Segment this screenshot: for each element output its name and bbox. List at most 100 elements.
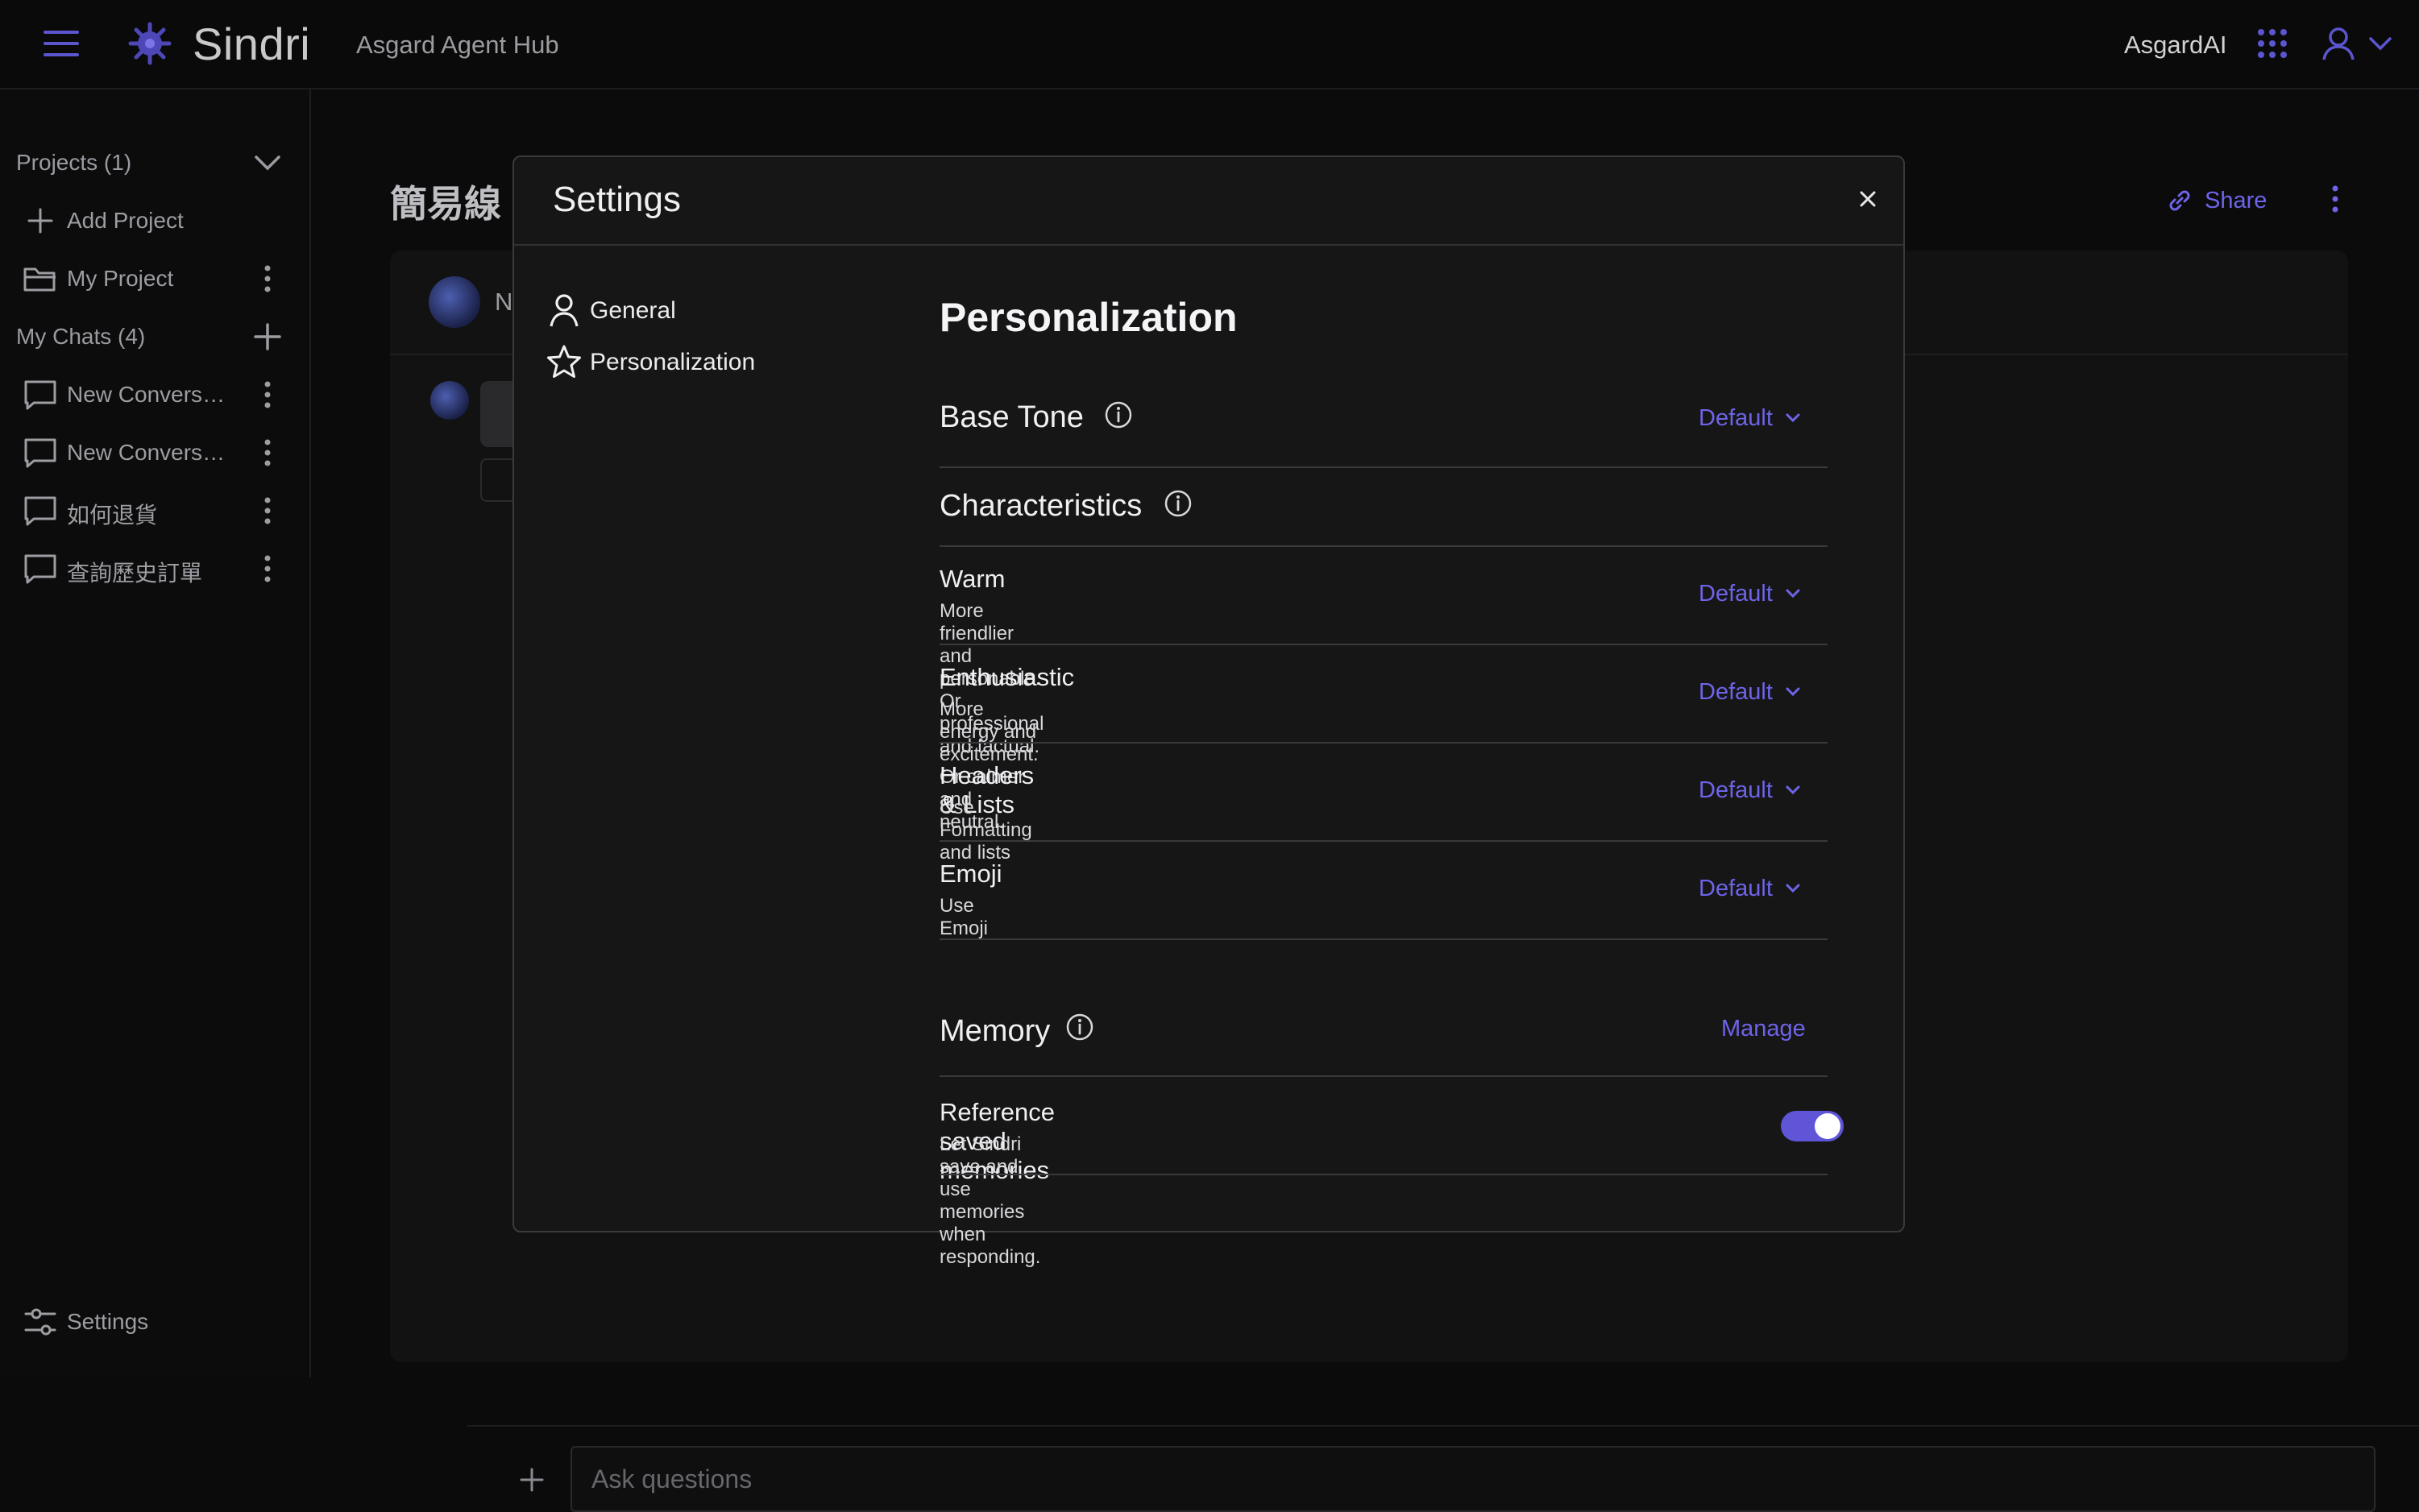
more-vertical-icon[interactable]	[256, 263, 279, 295]
share-label: Share	[2205, 187, 2268, 213]
chevron-down-icon[interactable]	[2367, 34, 2393, 53]
add-project-label: Add Project	[67, 208, 184, 233]
characteristics-header: Characteristics	[940, 468, 1828, 547]
more-vertical-icon[interactable]	[2324, 183, 2346, 215]
tab-general[interactable]: General	[546, 288, 820, 333]
enthusiastic-title: Enthusiastic	[940, 663, 1075, 691]
app-subtitle: Asgard Agent Hub	[356, 31, 559, 59]
headers-lists-row: Headers & Lists Use Formatting and lists…	[940, 744, 1828, 864]
brand-name: Sindri	[193, 19, 311, 69]
chat-title: 簡易線	[390, 183, 501, 225]
plus-icon	[23, 205, 58, 237]
chat-bubble-icon	[23, 553, 58, 585]
share-button[interactable]: Share	[2166, 183, 2267, 218]
chats-header: My Chats (4)	[0, 313, 311, 361]
chats-heading: My Chats (4)	[16, 324, 146, 349]
chat-label: 查詢歷史訂單	[67, 561, 203, 586]
warm-row: Warm More friendlier and personable. Or …	[940, 547, 1828, 757]
more-vertical-icon[interactable]	[256, 437, 279, 469]
message-input[interactable]	[571, 1446, 2375, 1512]
manage-memory-button[interactable]: Manage	[1721, 1016, 1806, 1042]
chevron-down-icon	[1784, 882, 1802, 895]
message-avatar	[430, 381, 469, 420]
dropdown-value: Default	[1699, 777, 1773, 803]
menu-icon[interactable]	[44, 27, 79, 60]
sidebar-item-chat[interactable]: 如何退貨	[0, 487, 311, 535]
base-tone-dropdown[interactable]: Default	[1699, 402, 1811, 434]
close-icon[interactable]	[1852, 183, 1884, 215]
warm-title: Warm	[940, 565, 1006, 593]
emoji-row: Emoji Use Emoji Default	[940, 842, 1828, 940]
chat-bubble-icon	[23, 379, 58, 411]
section-title: Personalization	[940, 295, 1238, 340]
memory-header: Memory Manage	[940, 940, 1828, 1077]
emoji-description: Use Emoji	[940, 895, 989, 939]
modal-title: Settings	[553, 180, 681, 219]
headers-lists-dropdown[interactable]: Default	[1699, 774, 1811, 806]
chevron-down-icon	[1784, 686, 1802, 698]
tab-general-label: General	[590, 297, 676, 324]
base-tone-row: Base Tone Default	[940, 367, 1828, 468]
characteristics-label: Characteristics	[940, 489, 1143, 523]
sidebar-item-chat[interactable]: 查詢歷史訂單	[0, 545, 311, 593]
enthusiastic-dropdown[interactable]: Default	[1699, 676, 1811, 708]
dropdown-value: Default	[1699, 404, 1773, 431]
agent-name: N	[495, 288, 513, 316]
chat-bubble-icon	[23, 495, 58, 527]
settings-button[interactable]: Settings	[0, 1298, 311, 1346]
divider	[467, 1425, 2419, 1427]
settings-label: Settings	[67, 1309, 149, 1334]
divider	[514, 244, 1903, 246]
add-project-button[interactable]: Add Project	[0, 197, 311, 245]
link-icon	[2166, 187, 2193, 214]
base-tone-label: Base Tone	[940, 400, 1084, 434]
folder-icon	[23, 263, 58, 295]
tab-personalization-label: Personalization	[590, 349, 756, 375]
reference-memories-toggle[interactable]	[1781, 1111, 1844, 1141]
sidebar-item-chat[interactable]: New Conversation	[0, 371, 311, 419]
info-icon[interactable]	[1164, 489, 1193, 518]
more-vertical-icon[interactable]	[256, 495, 279, 527]
more-vertical-icon[interactable]	[256, 553, 279, 585]
more-vertical-icon[interactable]	[256, 379, 279, 411]
emoji-dropdown[interactable]: Default	[1699, 872, 1811, 905]
sliders-icon	[23, 1306, 58, 1338]
apps-grid-icon[interactable]	[2256, 27, 2288, 60]
sidebar-item-chat[interactable]: New Conversation	[0, 429, 311, 477]
chevron-down-icon	[1784, 784, 1802, 797]
sidebar: Projects (1) Add Project My Project My C…	[0, 89, 311, 1377]
info-icon[interactable]	[1104, 400, 1133, 429]
attach-plus-icon[interactable]	[519, 1467, 545, 1493]
chat-bubble-icon	[23, 437, 58, 469]
user-icon[interactable]	[2321, 26, 2356, 61]
sidebar-item-project[interactable]: My Project	[0, 255, 311, 303]
projects-header[interactable]: Projects (1)	[0, 139, 311, 187]
project-label: My Project	[67, 266, 174, 291]
chat-label: New Conversation	[67, 440, 233, 465]
warm-dropdown[interactable]: Default	[1699, 578, 1811, 610]
star-icon	[546, 344, 582, 379]
new-chat-plus-icon[interactable]	[251, 321, 284, 353]
toggle-knob	[1815, 1113, 1840, 1139]
org-name[interactable]: AsgardAI	[2124, 31, 2227, 60]
top-bar: Sindri Asgard Agent Hub AsgardAI	[0, 0, 2419, 89]
tab-personalization[interactable]: Personalization	[546, 339, 820, 384]
dropdown-value: Default	[1699, 875, 1773, 901]
agent-avatar	[429, 276, 480, 328]
chevron-down-icon	[1784, 587, 1802, 600]
info-icon[interactable]	[1065, 1013, 1094, 1042]
user-icon	[546, 292, 582, 328]
chevron-down-icon	[1784, 412, 1802, 425]
chevron-down-icon[interactable]	[251, 147, 284, 179]
chat-label: New Conversation	[67, 382, 233, 407]
emoji-title: Emoji	[940, 860, 1002, 888]
dropdown-value: Default	[1699, 678, 1773, 705]
dropdown-value: Default	[1699, 580, 1773, 607]
divider	[940, 1174, 1828, 1175]
memory-label: Memory	[940, 1014, 1051, 1048]
reference-memories-row: Reference saved memories Let Sindri save…	[940, 1077, 1844, 1268]
projects-heading: Projects (1)	[16, 150, 132, 175]
chat-label: 如何退貨	[67, 503, 158, 528]
sindri-logo-icon	[126, 19, 174, 68]
reference-memories-description: Let Sindri save and use memories when re…	[940, 1133, 1041, 1268]
